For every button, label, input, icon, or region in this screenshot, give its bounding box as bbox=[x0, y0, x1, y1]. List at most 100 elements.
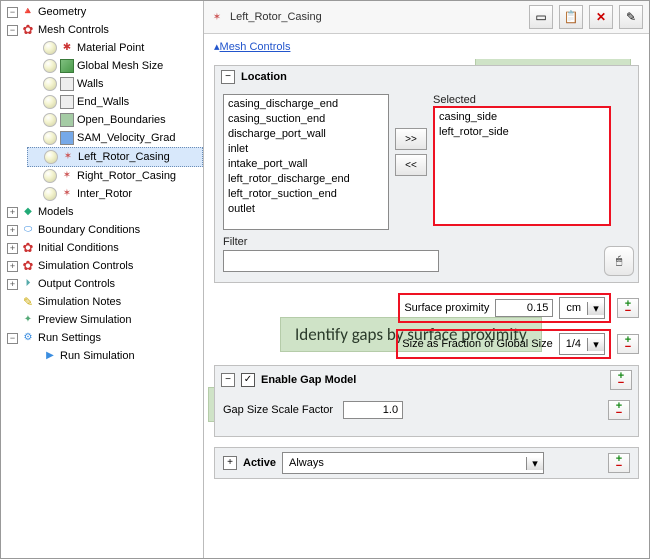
expand-icon[interactable]: + bbox=[7, 279, 18, 290]
size-fraction-row: Size as Fraction of Global Size 1/4▾ bbox=[396, 329, 611, 359]
expand-icon[interactable]: + bbox=[223, 456, 237, 470]
bulb-icon[interactable] bbox=[43, 113, 57, 127]
list-item[interactable]: casing_suction_end bbox=[226, 112, 386, 127]
notes-icon: ✎ bbox=[21, 295, 35, 309]
gap-factor-input[interactable] bbox=[343, 401, 403, 419]
chevron-down-icon[interactable]: ▾ bbox=[587, 338, 604, 351]
selected-list[interactable]: casing_side left_rotor_side bbox=[433, 106, 611, 226]
active-value: Always bbox=[283, 457, 330, 469]
size-fraction-value: 1/4 bbox=[560, 338, 587, 350]
tree-item[interactable]: Open_Boundaries bbox=[77, 111, 166, 129]
available-list[interactable]: casing_discharge_end casing_suction_end … bbox=[223, 94, 389, 230]
panel-header: ✶ Left_Rotor_Casing ▭ 📋 ✕ ✎ bbox=[204, 1, 649, 34]
bc-icon: ⬭ bbox=[21, 223, 35, 237]
expand-icon[interactable]: + bbox=[7, 225, 18, 236]
gap-factor-label: Gap Size Scale Factor bbox=[223, 404, 333, 416]
collapse-icon[interactable]: − bbox=[221, 373, 235, 387]
surface-proximity-row: Surface proximity cm▾ bbox=[398, 293, 611, 323]
bulb-icon[interactable] bbox=[43, 41, 57, 55]
list-item[interactable]: inlet bbox=[226, 142, 386, 157]
tree-node-sn[interactable]: Simulation Notes bbox=[38, 293, 121, 311]
list-item[interactable]: discharge_port_wall bbox=[226, 127, 386, 142]
list-item[interactable]: left_rotor_discharge_end bbox=[226, 172, 386, 187]
move-left-button[interactable]: << bbox=[395, 154, 427, 176]
box-icon bbox=[60, 113, 74, 127]
tree-node-sc[interactable]: Simulation Controls bbox=[38, 257, 133, 275]
list-item[interactable]: left_rotor_side bbox=[437, 125, 607, 140]
model-tree[interactable]: −🔺Geometry −✿Mesh Controls ✱Material Poi… bbox=[1, 1, 204, 558]
bulb-icon[interactable] bbox=[43, 77, 57, 91]
bulb-icon[interactable] bbox=[44, 150, 58, 164]
tree-node-run[interactable]: Run Simulation bbox=[60, 347, 135, 365]
box-icon bbox=[60, 95, 74, 109]
unit-dropdown[interactable]: cm▾ bbox=[559, 297, 605, 319]
tree-item-selected[interactable]: Left_Rotor_Casing bbox=[78, 148, 170, 166]
tree-item[interactable]: SAM_Velocity_Grad bbox=[77, 129, 175, 147]
enable-gap-checkbox[interactable]: ✓ bbox=[241, 373, 255, 387]
collapse-icon[interactable]: − bbox=[221, 70, 235, 84]
active-title: Active bbox=[243, 457, 276, 469]
point-icon: ✱ bbox=[60, 41, 74, 55]
list-item[interactable]: casing_side bbox=[437, 110, 607, 125]
tree-item[interactable]: End_Walls bbox=[77, 93, 129, 111]
list-item[interactable]: intake_port_wall bbox=[226, 157, 386, 172]
models-icon: ◆ bbox=[21, 205, 35, 219]
new-button[interactable]: ▭ bbox=[529, 5, 553, 29]
chevron-down-icon[interactable]: ▾ bbox=[587, 302, 604, 315]
chevron-down-icon[interactable]: ▾ bbox=[526, 457, 543, 470]
add-remove-button[interactable]: +− bbox=[617, 334, 639, 354]
bulb-icon[interactable] bbox=[43, 95, 57, 109]
breadcrumb-link[interactable]: Mesh Controls bbox=[220, 41, 291, 53]
expand-icon[interactable]: + bbox=[7, 207, 18, 218]
bulb-icon[interactable] bbox=[43, 131, 57, 145]
bulb-icon[interactable] bbox=[43, 59, 57, 73]
tree-node-geometry[interactable]: Geometry bbox=[38, 3, 86, 21]
mesh-controls-icon: ✿ bbox=[21, 23, 35, 37]
surface-proximity-input[interactable] bbox=[495, 299, 553, 317]
tree-node-ps[interactable]: Preview Simulation bbox=[38, 311, 132, 329]
collapse-icon[interactable]: − bbox=[7, 333, 18, 344]
box-icon bbox=[60, 131, 74, 145]
tree-node-rs[interactable]: Run Settings bbox=[38, 329, 101, 347]
tree-item[interactable]: Inter_Rotor bbox=[77, 185, 132, 203]
move-right-button[interactable]: >> bbox=[395, 128, 427, 150]
rotor-icon: ✶ bbox=[210, 10, 224, 24]
tree-node-oc[interactable]: Output Controls bbox=[38, 275, 115, 293]
expand-icon[interactable]: + bbox=[7, 261, 18, 272]
add-remove-button[interactable]: +− bbox=[608, 453, 630, 473]
box-icon bbox=[60, 77, 74, 91]
active-dropdown[interactable]: Always ▾ bbox=[282, 452, 544, 474]
active-group: + Active Always ▾ +− bbox=[214, 447, 639, 479]
tree-item[interactable]: Global Mesh Size bbox=[77, 57, 163, 75]
gap-model-group: − ✓ Enable Gap Model +− Gap Size Scale F… bbox=[214, 365, 639, 437]
filter-input[interactable] bbox=[223, 250, 439, 272]
add-remove-button[interactable]: +− bbox=[608, 400, 630, 420]
surface-proximity-label: Surface proximity bbox=[404, 302, 489, 314]
expand-icon[interactable]: + bbox=[7, 243, 18, 254]
add-remove-button[interactable]: +− bbox=[617, 298, 639, 318]
size-fraction-dropdown[interactable]: 1/4▾ bbox=[559, 333, 605, 355]
tree-item[interactable]: Right_Rotor_Casing bbox=[77, 167, 176, 185]
preview-icon: ✦ bbox=[21, 313, 35, 327]
tree-item[interactable]: Material Point bbox=[77, 39, 144, 57]
tree-node-models[interactable]: Models bbox=[38, 203, 73, 221]
bulb-icon[interactable] bbox=[43, 187, 57, 201]
paste-button[interactable]: 📋 bbox=[559, 5, 583, 29]
list-item[interactable]: casing_discharge_end bbox=[226, 97, 386, 112]
tree-node-ic[interactable]: Initial Conditions bbox=[38, 239, 119, 257]
run-settings-icon: ⚙ bbox=[21, 331, 35, 345]
tree-item[interactable]: Walls bbox=[77, 75, 103, 93]
edit-button[interactable]: ✎ bbox=[619, 5, 643, 29]
tree-node-bc[interactable]: Boundary Conditions bbox=[38, 221, 140, 239]
mouse-icon: 🖱 bbox=[616, 255, 623, 268]
bulb-icon[interactable] bbox=[43, 169, 57, 183]
collapse-icon[interactable]: − bbox=[7, 7, 18, 18]
add-remove-button[interactable]: +− bbox=[610, 370, 632, 390]
list-item[interactable]: left_rotor_suction_end bbox=[226, 187, 386, 202]
gap-model-title: Enable Gap Model bbox=[261, 374, 356, 386]
collapse-icon[interactable]: − bbox=[7, 25, 18, 36]
delete-button[interactable]: ✕ bbox=[589, 5, 613, 29]
list-item[interactable]: outlet bbox=[226, 202, 386, 217]
pick-from-screen-button[interactable]: 🖱 bbox=[604, 246, 634, 276]
tree-node-mesh-controls[interactable]: Mesh Controls bbox=[38, 21, 109, 39]
